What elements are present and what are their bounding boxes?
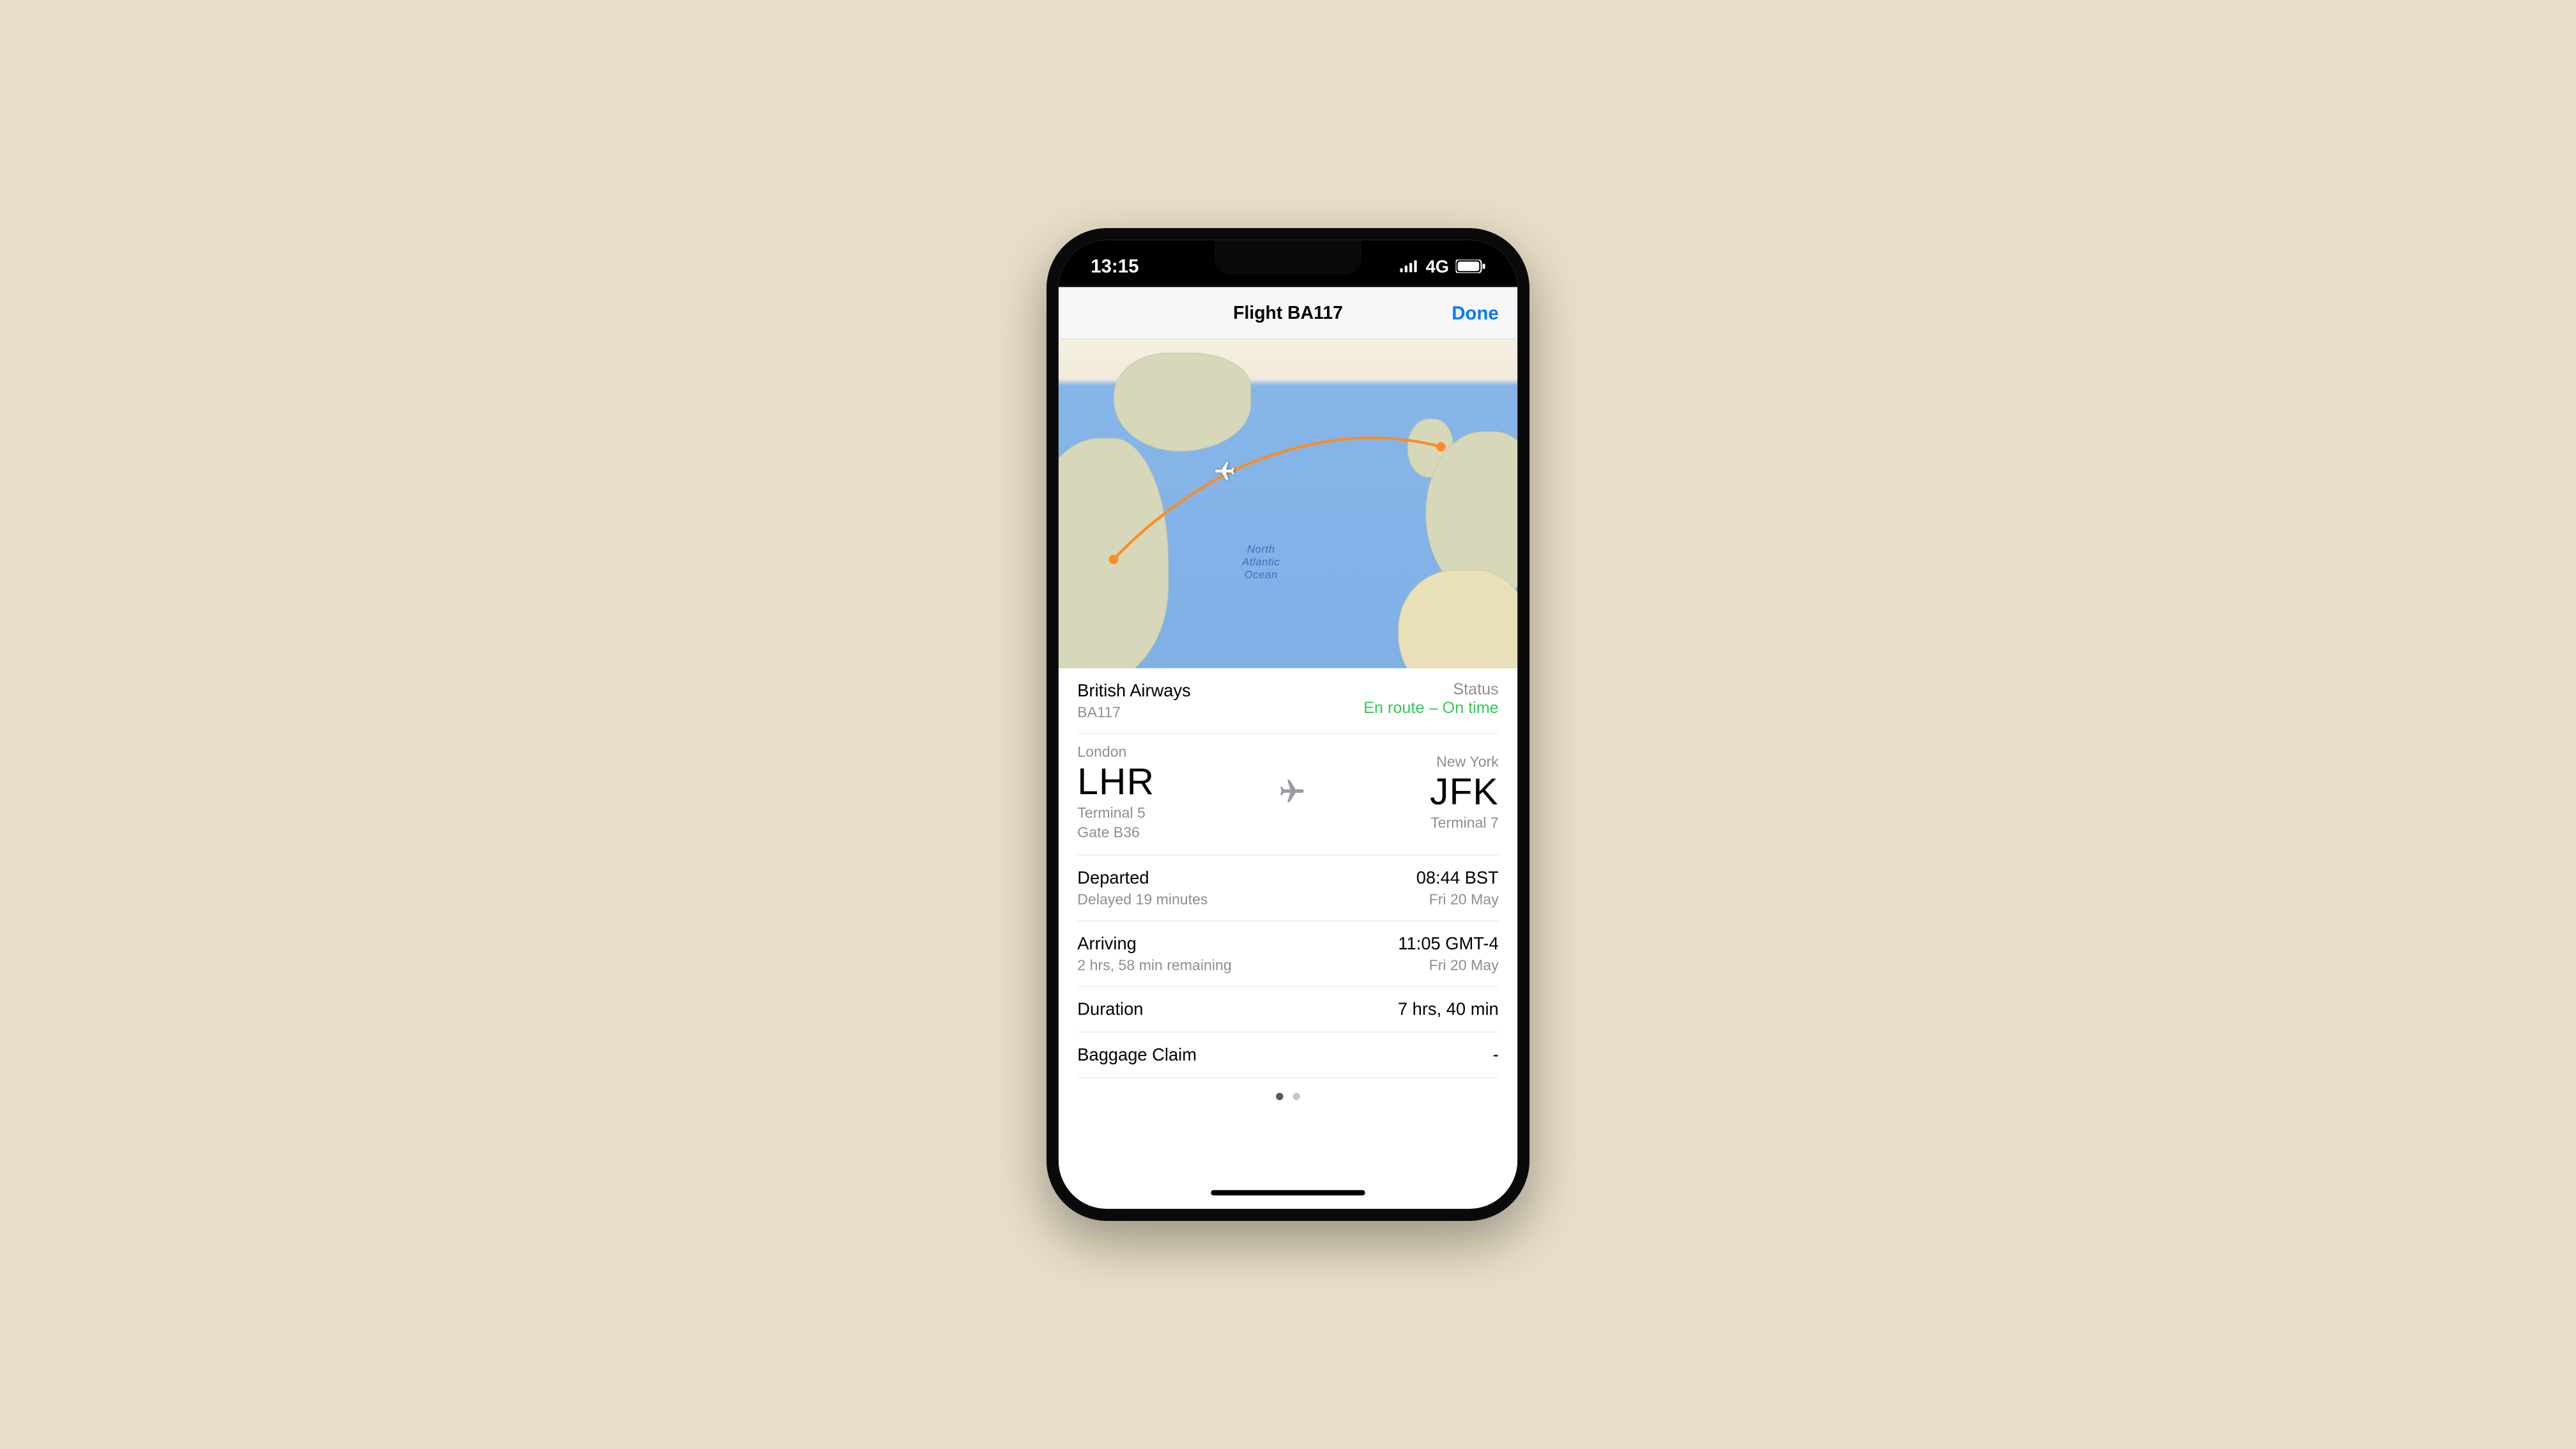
- arriving-date: Fri 20 May: [1429, 956, 1499, 974]
- battery-icon: [1456, 259, 1485, 273]
- airplane-divider-icon: [1278, 778, 1306, 809]
- signal-icon: [1400, 260, 1419, 272]
- page-title: Flight BA117: [1233, 303, 1343, 324]
- baggage-value: -: [1493, 1045, 1499, 1066]
- flight-number: BA117: [1077, 703, 1190, 721]
- arriving-label: Arriving: [1077, 933, 1231, 954]
- departed-label: Departed: [1077, 868, 1208, 889]
- baggage-label: Baggage Claim: [1077, 1045, 1197, 1066]
- origin-code: LHR: [1077, 762, 1154, 802]
- phone-frame: 13:15 4G Flight BA117 Done: [1046, 228, 1529, 1221]
- notch: [1215, 240, 1362, 275]
- destination-code: JFK: [1430, 772, 1499, 811]
- status-network: 4G: [1426, 256, 1449, 277]
- arriving-remaining: 2 hrs, 58 min remaining: [1077, 956, 1231, 974]
- status-label: Status: [1453, 680, 1498, 699]
- status-right-cluster: 4G: [1400, 256, 1485, 277]
- flight-details[interactable]: British Airways BA117 Status En route – …: [1059, 668, 1517, 1177]
- departed-row: Departed Delayed 19 minutes 08:44 BST Fr…: [1077, 855, 1498, 921]
- airplane-icon: [1213, 459, 1239, 482]
- home-indicator[interactable]: [1211, 1190, 1365, 1195]
- page-indicator[interactable]: [1077, 1078, 1498, 1110]
- flight-map[interactable]: North Atlantic Ocean: [1059, 339, 1517, 668]
- status-value: En route – On time: [1363, 699, 1499, 717]
- duration-row: Duration 7 hrs, 40 min: [1077, 987, 1498, 1032]
- flight-path-line: [1059, 339, 1517, 668]
- origin-gate: Gate B36: [1077, 823, 1154, 843]
- page-dot-2[interactable]: [1292, 1093, 1300, 1101]
- origin-airport: London LHR Terminal 5 Gate B36: [1077, 743, 1154, 843]
- arriving-time: 11:05 GMT-4: [1398, 933, 1498, 954]
- airline-status-row: British Airways BA117 Status En route – …: [1077, 668, 1498, 734]
- home-indicator-area: [1059, 1177, 1517, 1209]
- destination-airport: New York JFK Terminal 7: [1430, 753, 1499, 832]
- duration-value: 7 hrs, 40 min: [1398, 999, 1499, 1020]
- nav-bar: Flight BA117 Done: [1059, 287, 1517, 339]
- destination-terminal: Terminal 7: [1430, 813, 1499, 832]
- baggage-row: Baggage Claim -: [1077, 1032, 1498, 1078]
- departed-time: 08:44 BST: [1416, 868, 1499, 889]
- done-button[interactable]: Done: [1452, 302, 1499, 324]
- status-time: 13:15: [1091, 256, 1138, 277]
- page-dot-1[interactable]: [1276, 1093, 1284, 1101]
- origin-terminal: Terminal 5: [1077, 803, 1154, 823]
- departed-delay: Delayed 19 minutes: [1077, 891, 1208, 908]
- duration-label: Duration: [1077, 999, 1143, 1020]
- origin-city: London: [1077, 743, 1154, 760]
- destination-city: New York: [1436, 753, 1499, 770]
- departed-date: Fri 20 May: [1429, 891, 1499, 908]
- arriving-row: Arriving 2 hrs, 58 min remaining 11:05 G…: [1077, 921, 1498, 987]
- airports-row: London LHR Terminal 5 Gate B36 New York …: [1077, 734, 1498, 855]
- ocean-label: North Atlantic Ocean: [1242, 543, 1280, 581]
- airline-name: British Airways: [1077, 680, 1190, 702]
- screen: 13:15 4G Flight BA117 Done: [1059, 240, 1517, 1209]
